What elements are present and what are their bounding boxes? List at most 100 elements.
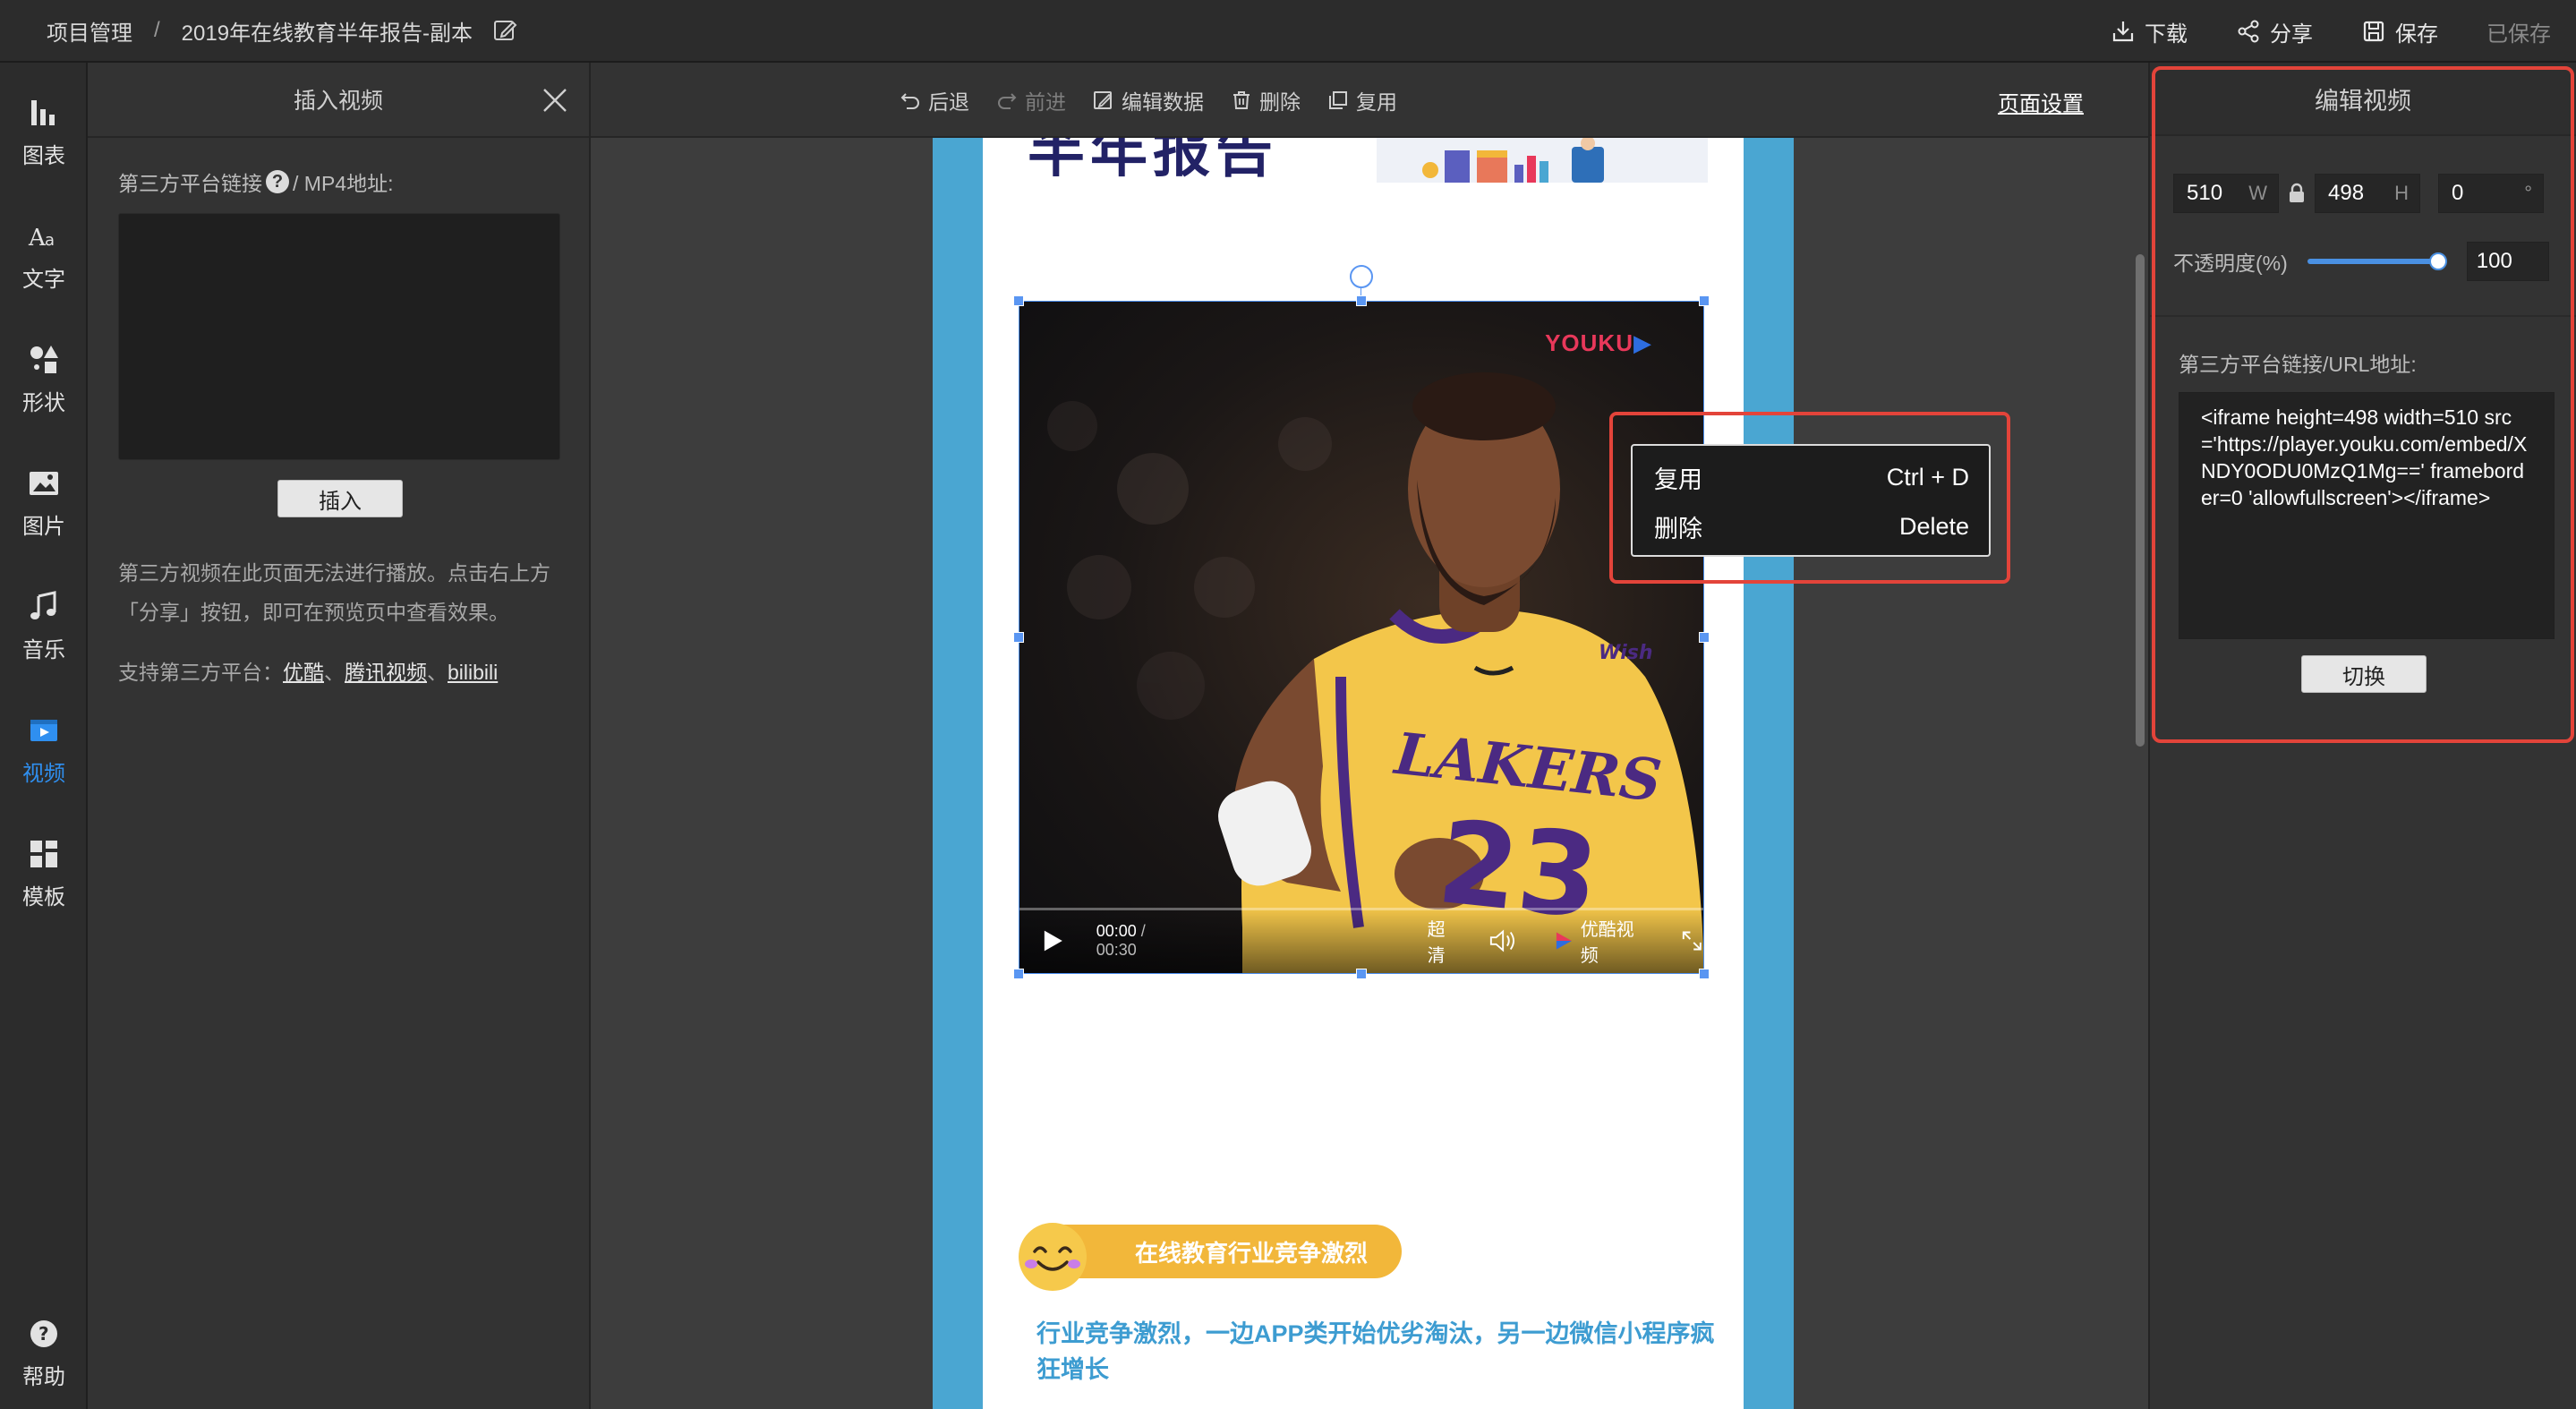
video-element[interactable]: LAKERS 23 Wish YOUKU▶ 00:00 / 00:30 超清 优… bbox=[1019, 301, 1704, 974]
redo-icon bbox=[998, 93, 1017, 109]
canvas-scrollbar[interactable] bbox=[2136, 254, 2145, 747]
ctx-shortcut: Delete bbox=[1898, 513, 1969, 540]
undo-icon bbox=[900, 93, 919, 109]
resize-handle-nw[interactable] bbox=[1013, 295, 1024, 306]
download-button[interactable]: 下载 bbox=[2111, 16, 2188, 47]
volume-icon[interactable] bbox=[1488, 927, 1517, 954]
jersey-sponsor-text: Wish bbox=[1599, 642, 1653, 664]
ctx-label: 删除 bbox=[1654, 516, 1702, 542]
play-icon[interactable] bbox=[1042, 928, 1064, 953]
platform-link-tencent[interactable]: 腾讯视频 bbox=[345, 661, 427, 684]
context-menu-delete[interactable]: 删除 Delete bbox=[1633, 502, 1989, 551]
url-embed-textarea[interactable]: <iframe height=498 width=510 src='https:… bbox=[2179, 392, 2555, 639]
document-title: 2019年在线教育半年报告-副本 bbox=[181, 21, 473, 46]
width-field[interactable]: W bbox=[2173, 174, 2279, 213]
height-input[interactable] bbox=[2316, 181, 2378, 206]
help-icon: ? bbox=[30, 1319, 57, 1347]
breadcrumb-separator: / bbox=[154, 18, 160, 42]
rail-label: 视频 bbox=[22, 761, 65, 786]
poster-content: 半年报告 LAKERS 23 Wish YOUKU▶ 00:00 / 00:30… bbox=[983, 138, 1744, 1409]
rail-item-chart[interactable]: 图表 bbox=[0, 82, 88, 181]
video-controls: 00:00 / 00:30 超清 优酷视频 bbox=[1019, 908, 1704, 974]
poster-page: 半年报告 LAKERS 23 Wish YOUKU▶ 00:00 / 00:30… bbox=[933, 138, 1794, 1409]
redo-button[interactable]: 前进 bbox=[996, 85, 1066, 115]
height-field[interactable]: H bbox=[2315, 174, 2420, 213]
rail-item-video[interactable]: 视频 bbox=[0, 700, 88, 798]
edit-video-panel: 编辑视频 W H ° 不透明度(%) 100 第三方平台链接/URL地址: <i… bbox=[2148, 63, 2576, 1409]
bar-chart-icon bbox=[31, 99, 55, 125]
rotate-handle[interactable] bbox=[1350, 265, 1373, 288]
video-progress-bar[interactable] bbox=[1019, 908, 1704, 910]
rail-item-help[interactable]: ? 帮助 bbox=[0, 1303, 88, 1402]
rotation-input[interactable] bbox=[2439, 181, 2502, 206]
insert-button[interactable]: 插入 bbox=[277, 480, 403, 517]
rail-item-text[interactable]: A a 文字 bbox=[0, 206, 88, 304]
basketball-player-image: LAKERS 23 Wish bbox=[1047, 372, 1704, 974]
link-label: 第三方平台链接 ? / MP4地址: bbox=[118, 167, 393, 197]
insert-video-panel: 插入视频 第三方平台链接 ? / MP4地址: 插入 第三方视频在此页面无法进行… bbox=[88, 63, 591, 1409]
opacity-label: 不透明度(%) bbox=[2173, 252, 2288, 275]
opacity-row: 不透明度(%) 100 bbox=[2173, 242, 2549, 281]
dimension-row: W H ° bbox=[2173, 174, 2544, 213]
insert-panel-header: 插入视频 bbox=[88, 63, 589, 138]
save-label: 保存 bbox=[2395, 21, 2438, 47]
quality-selector[interactable]: 超清 bbox=[1428, 915, 1462, 967]
platform-link-youku[interactable]: 优酷 bbox=[283, 661, 324, 684]
report-title: 半年报告 bbox=[1028, 138, 1278, 184]
resize-handle-sw[interactable] bbox=[1013, 969, 1024, 979]
save-button[interactable]: 保存 bbox=[2361, 16, 2438, 47]
aspect-lock-icon[interactable] bbox=[2288, 183, 2306, 204]
resize-handle-s[interactable] bbox=[1356, 969, 1367, 979]
edit-toolbar: 后退 前进 编辑数据 删除 复用 页面设置 bbox=[591, 63, 2148, 138]
education-illustration bbox=[1377, 138, 1708, 183]
link-label-text: 第三方平台链接 bbox=[118, 172, 262, 195]
youku-brand-link[interactable]: 优酷视频 bbox=[1555, 915, 1649, 967]
duplicate-button[interactable]: 复用 bbox=[1327, 85, 1397, 115]
time-current: 00:00 bbox=[1096, 922, 1137, 940]
rail-item-shapes[interactable]: 形状 bbox=[0, 329, 88, 428]
width-unit: W bbox=[2248, 182, 2267, 204]
share-button[interactable]: 分享 bbox=[2236, 16, 2313, 47]
panel-divider bbox=[2150, 315, 2576, 317]
page-settings-link[interactable]: 页面设置 bbox=[1998, 86, 2084, 117]
context-menu-duplicate[interactable]: 复用 Ctrl + D bbox=[1633, 453, 1989, 502]
tool-rail: 图表 A a 文字 形状 图片 音乐 视频 模板 ? 帮助 bbox=[0, 63, 88, 1409]
youku-watermark-text: YOUKU bbox=[1545, 329, 1633, 356]
resize-handle-e[interactable] bbox=[1699, 632, 1710, 643]
context-menu: 复用 Ctrl + D 删除 Delete bbox=[1631, 444, 1991, 557]
svg-text:?: ? bbox=[38, 1323, 49, 1345]
rail-label: 形状 bbox=[22, 390, 65, 415]
top-actions: 下载 分享 保存 已保存 bbox=[2111, 0, 2576, 63]
fullscreen-icon[interactable] bbox=[1680, 928, 1704, 953]
breadcrumb-project[interactable]: 项目管理 bbox=[47, 15, 132, 47]
canvas-area[interactable]: 半年报告 LAKERS 23 Wish YOUKU▶ 00:00 / 00:30… bbox=[591, 138, 2148, 1409]
resize-handle-n[interactable] bbox=[1356, 295, 1367, 306]
video-time: 00:00 / 00:30 bbox=[1096, 922, 1186, 960]
resize-handle-w[interactable] bbox=[1013, 632, 1024, 643]
trash-icon bbox=[1233, 91, 1250, 109]
supported-platforms: 支持第三方平台：优酷、腾讯视频、bilibili bbox=[118, 655, 498, 686]
help-question-icon[interactable]: ? bbox=[266, 170, 289, 193]
rotation-field[interactable]: ° bbox=[2438, 174, 2544, 213]
rail-item-template[interactable]: 模板 bbox=[0, 824, 88, 922]
platform-link-bilibili[interactable]: bilibili bbox=[448, 661, 498, 684]
brand-label: 优酷视频 bbox=[1580, 920, 1634, 966]
platform-separator: 、 bbox=[427, 661, 448, 684]
undo-button[interactable]: 后退 bbox=[900, 85, 969, 115]
width-input[interactable] bbox=[2174, 181, 2237, 206]
rail-label: 图片 bbox=[22, 514, 65, 539]
opacity-slider[interactable] bbox=[2307, 252, 2447, 270]
opacity-input[interactable]: 100 bbox=[2466, 242, 2549, 281]
rail-item-image[interactable]: 图片 bbox=[0, 453, 88, 551]
delete-button[interactable]: 删除 bbox=[1231, 85, 1301, 115]
resize-handle-se[interactable] bbox=[1699, 969, 1710, 979]
share-label: 分享 bbox=[2270, 21, 2313, 47]
video-link-input[interactable] bbox=[118, 213, 560, 460]
switch-button[interactable]: 切换 bbox=[2301, 655, 2427, 693]
close-icon[interactable] bbox=[541, 86, 569, 115]
opacity-slider-knob[interactable] bbox=[2428, 252, 2447, 270]
resize-handle-ne[interactable] bbox=[1699, 295, 1710, 306]
edit-title-icon[interactable] bbox=[492, 18, 517, 43]
rail-item-music[interactable]: 音乐 bbox=[0, 576, 88, 675]
edit-data-button[interactable]: 编辑数据 bbox=[1093, 85, 1204, 115]
